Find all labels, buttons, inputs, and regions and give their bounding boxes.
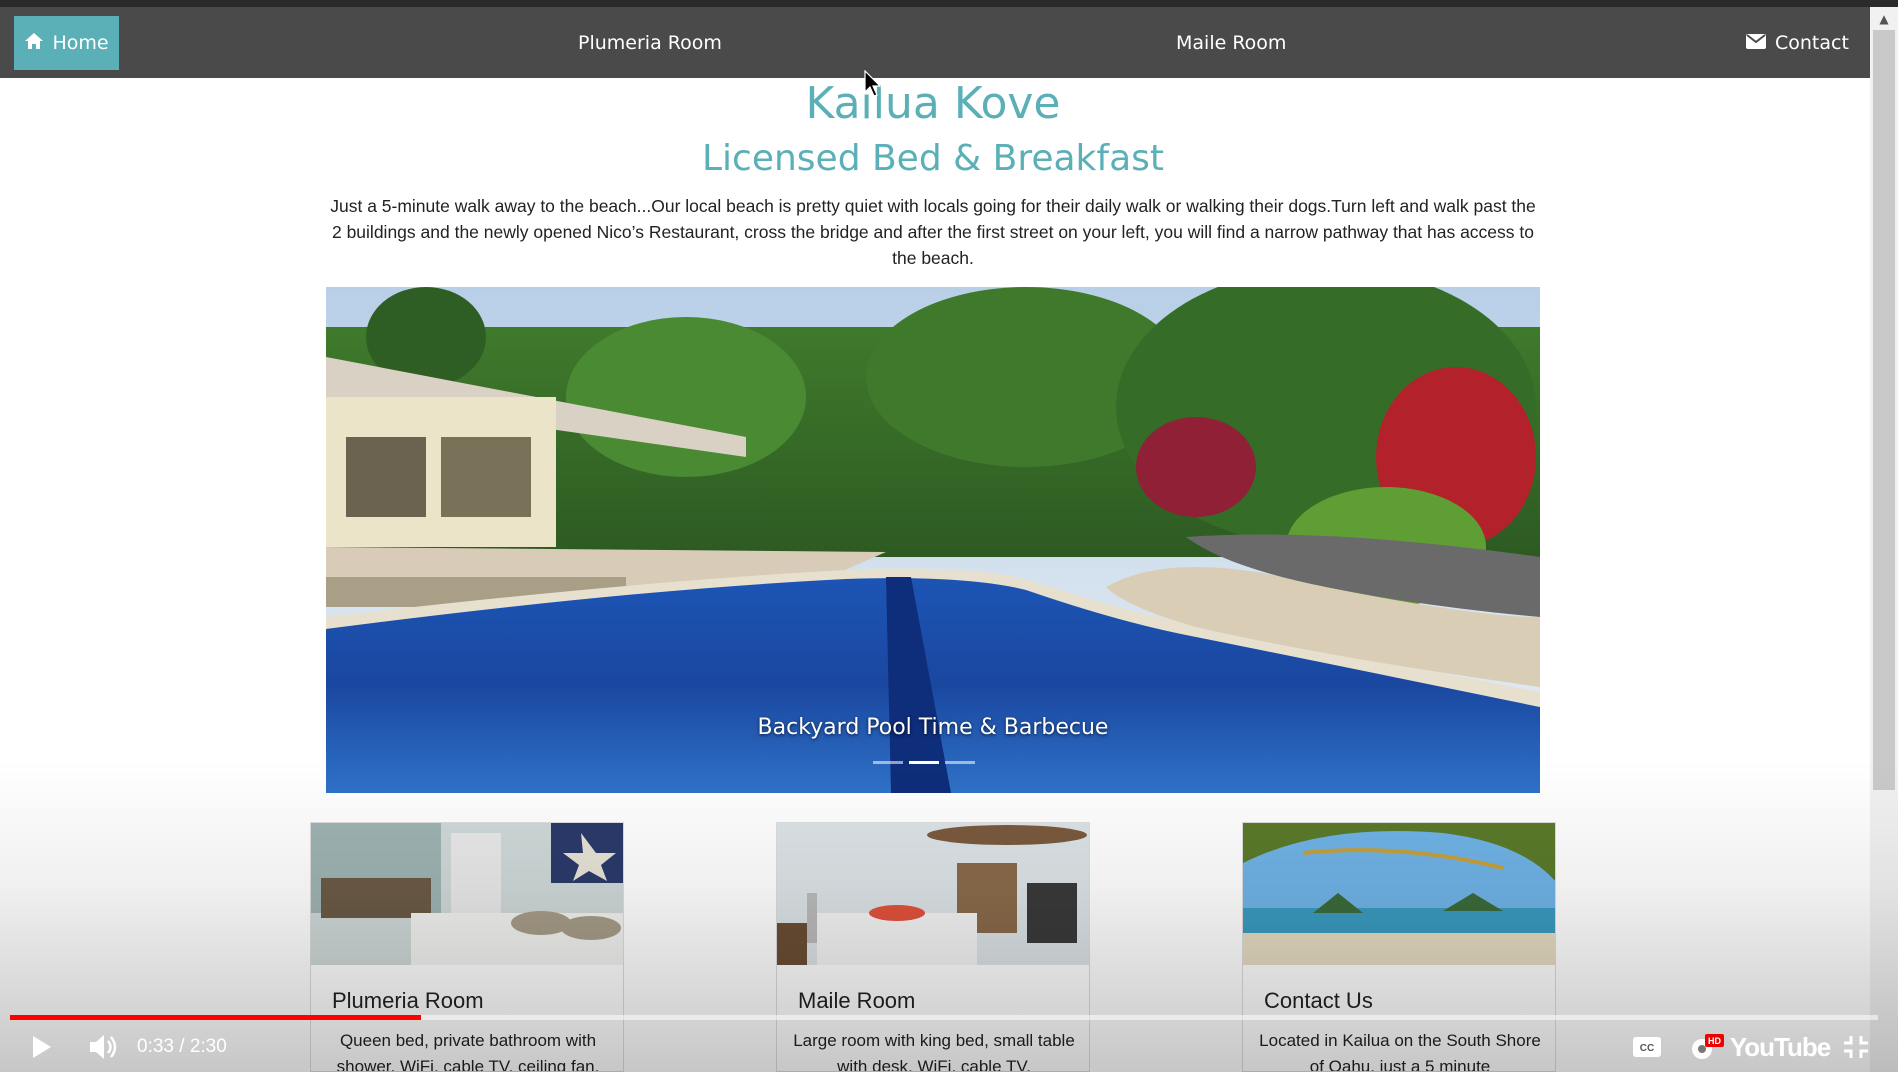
home-icon xyxy=(24,32,44,55)
play-icon xyxy=(33,1036,51,1058)
nav-contact-label: Contact xyxy=(1775,31,1849,54)
youtube-logo[interactable]: YouTube xyxy=(1730,1022,1831,1072)
play-button[interactable] xyxy=(22,1022,62,1072)
carousel-caption: Backyard Pool Time & Barbecue xyxy=(757,715,1109,740)
site-title: Kailua Kove xyxy=(805,78,1061,129)
nav-contact-link[interactable]: Contact xyxy=(1746,7,1849,78)
settings-button[interactable]: HD xyxy=(1684,1022,1728,1072)
captions-button[interactable]: CC xyxy=(1628,1022,1666,1072)
site-subtitle: Licensed Bed & Breakfast xyxy=(701,138,1165,179)
volume-button[interactable] xyxy=(82,1022,126,1072)
svg-text:CC: CC xyxy=(1640,1043,1654,1054)
mouse-cursor-icon xyxy=(864,70,882,97)
maile-room-image xyxy=(777,823,1089,965)
carousel-indicator-2[interactable] xyxy=(909,761,939,764)
video-player-controls: 0:33 / 2:30 CC HD YouTube xyxy=(0,1022,1898,1072)
nav-maile-label: Maile Room xyxy=(1176,31,1287,54)
scrollbar-thumb[interactable] xyxy=(1873,30,1895,790)
captions-icon: CC xyxy=(1633,1037,1661,1057)
envelope-icon xyxy=(1746,32,1766,54)
nav-plumeria-label: Plumeria Room xyxy=(578,31,722,54)
exit-fullscreen-button[interactable] xyxy=(1838,1022,1874,1072)
card-title: Plumeria Room xyxy=(332,988,484,1013)
nav-maile-room-link[interactable]: Maile Room xyxy=(1176,7,1286,78)
video-time-display: 0:33 / 2:30 xyxy=(137,1036,227,1057)
gear-icon: HD xyxy=(1692,1034,1724,1059)
intro-paragraph: Just a 5-minute walk away to the beach..… xyxy=(330,196,1536,268)
carousel-indicator-1[interactable] xyxy=(873,761,903,764)
nav-home-label: Home xyxy=(52,32,109,54)
card-title: Maile Room xyxy=(798,988,916,1013)
plumeria-room-image xyxy=(311,823,623,965)
nav-home-button[interactable]: Home xyxy=(14,16,119,70)
carousel-indicators xyxy=(873,761,975,764)
browser-top-strip xyxy=(0,0,1898,7)
nav-plumeria-room-link[interactable]: Plumeria Room xyxy=(578,7,722,78)
card-title: Contact Us xyxy=(1264,988,1373,1013)
video-progress-fill xyxy=(10,1015,421,1020)
hd-badge: HD xyxy=(1708,1036,1721,1046)
beach-image xyxy=(1243,823,1555,965)
volume-icon xyxy=(90,1035,117,1059)
scroll-up-arrow-icon[interactable]: ▲ xyxy=(1873,10,1895,28)
hero-carousel[interactable]: Backyard Pool Time & Barbecue xyxy=(326,287,1540,793)
navbar: Home Plumeria Room Maile Room Contact xyxy=(0,7,1870,78)
carousel-indicator-3[interactable] xyxy=(945,761,975,764)
video-progress-bar[interactable] xyxy=(10,1015,1878,1020)
exit-fullscreen-icon xyxy=(1844,1036,1868,1058)
